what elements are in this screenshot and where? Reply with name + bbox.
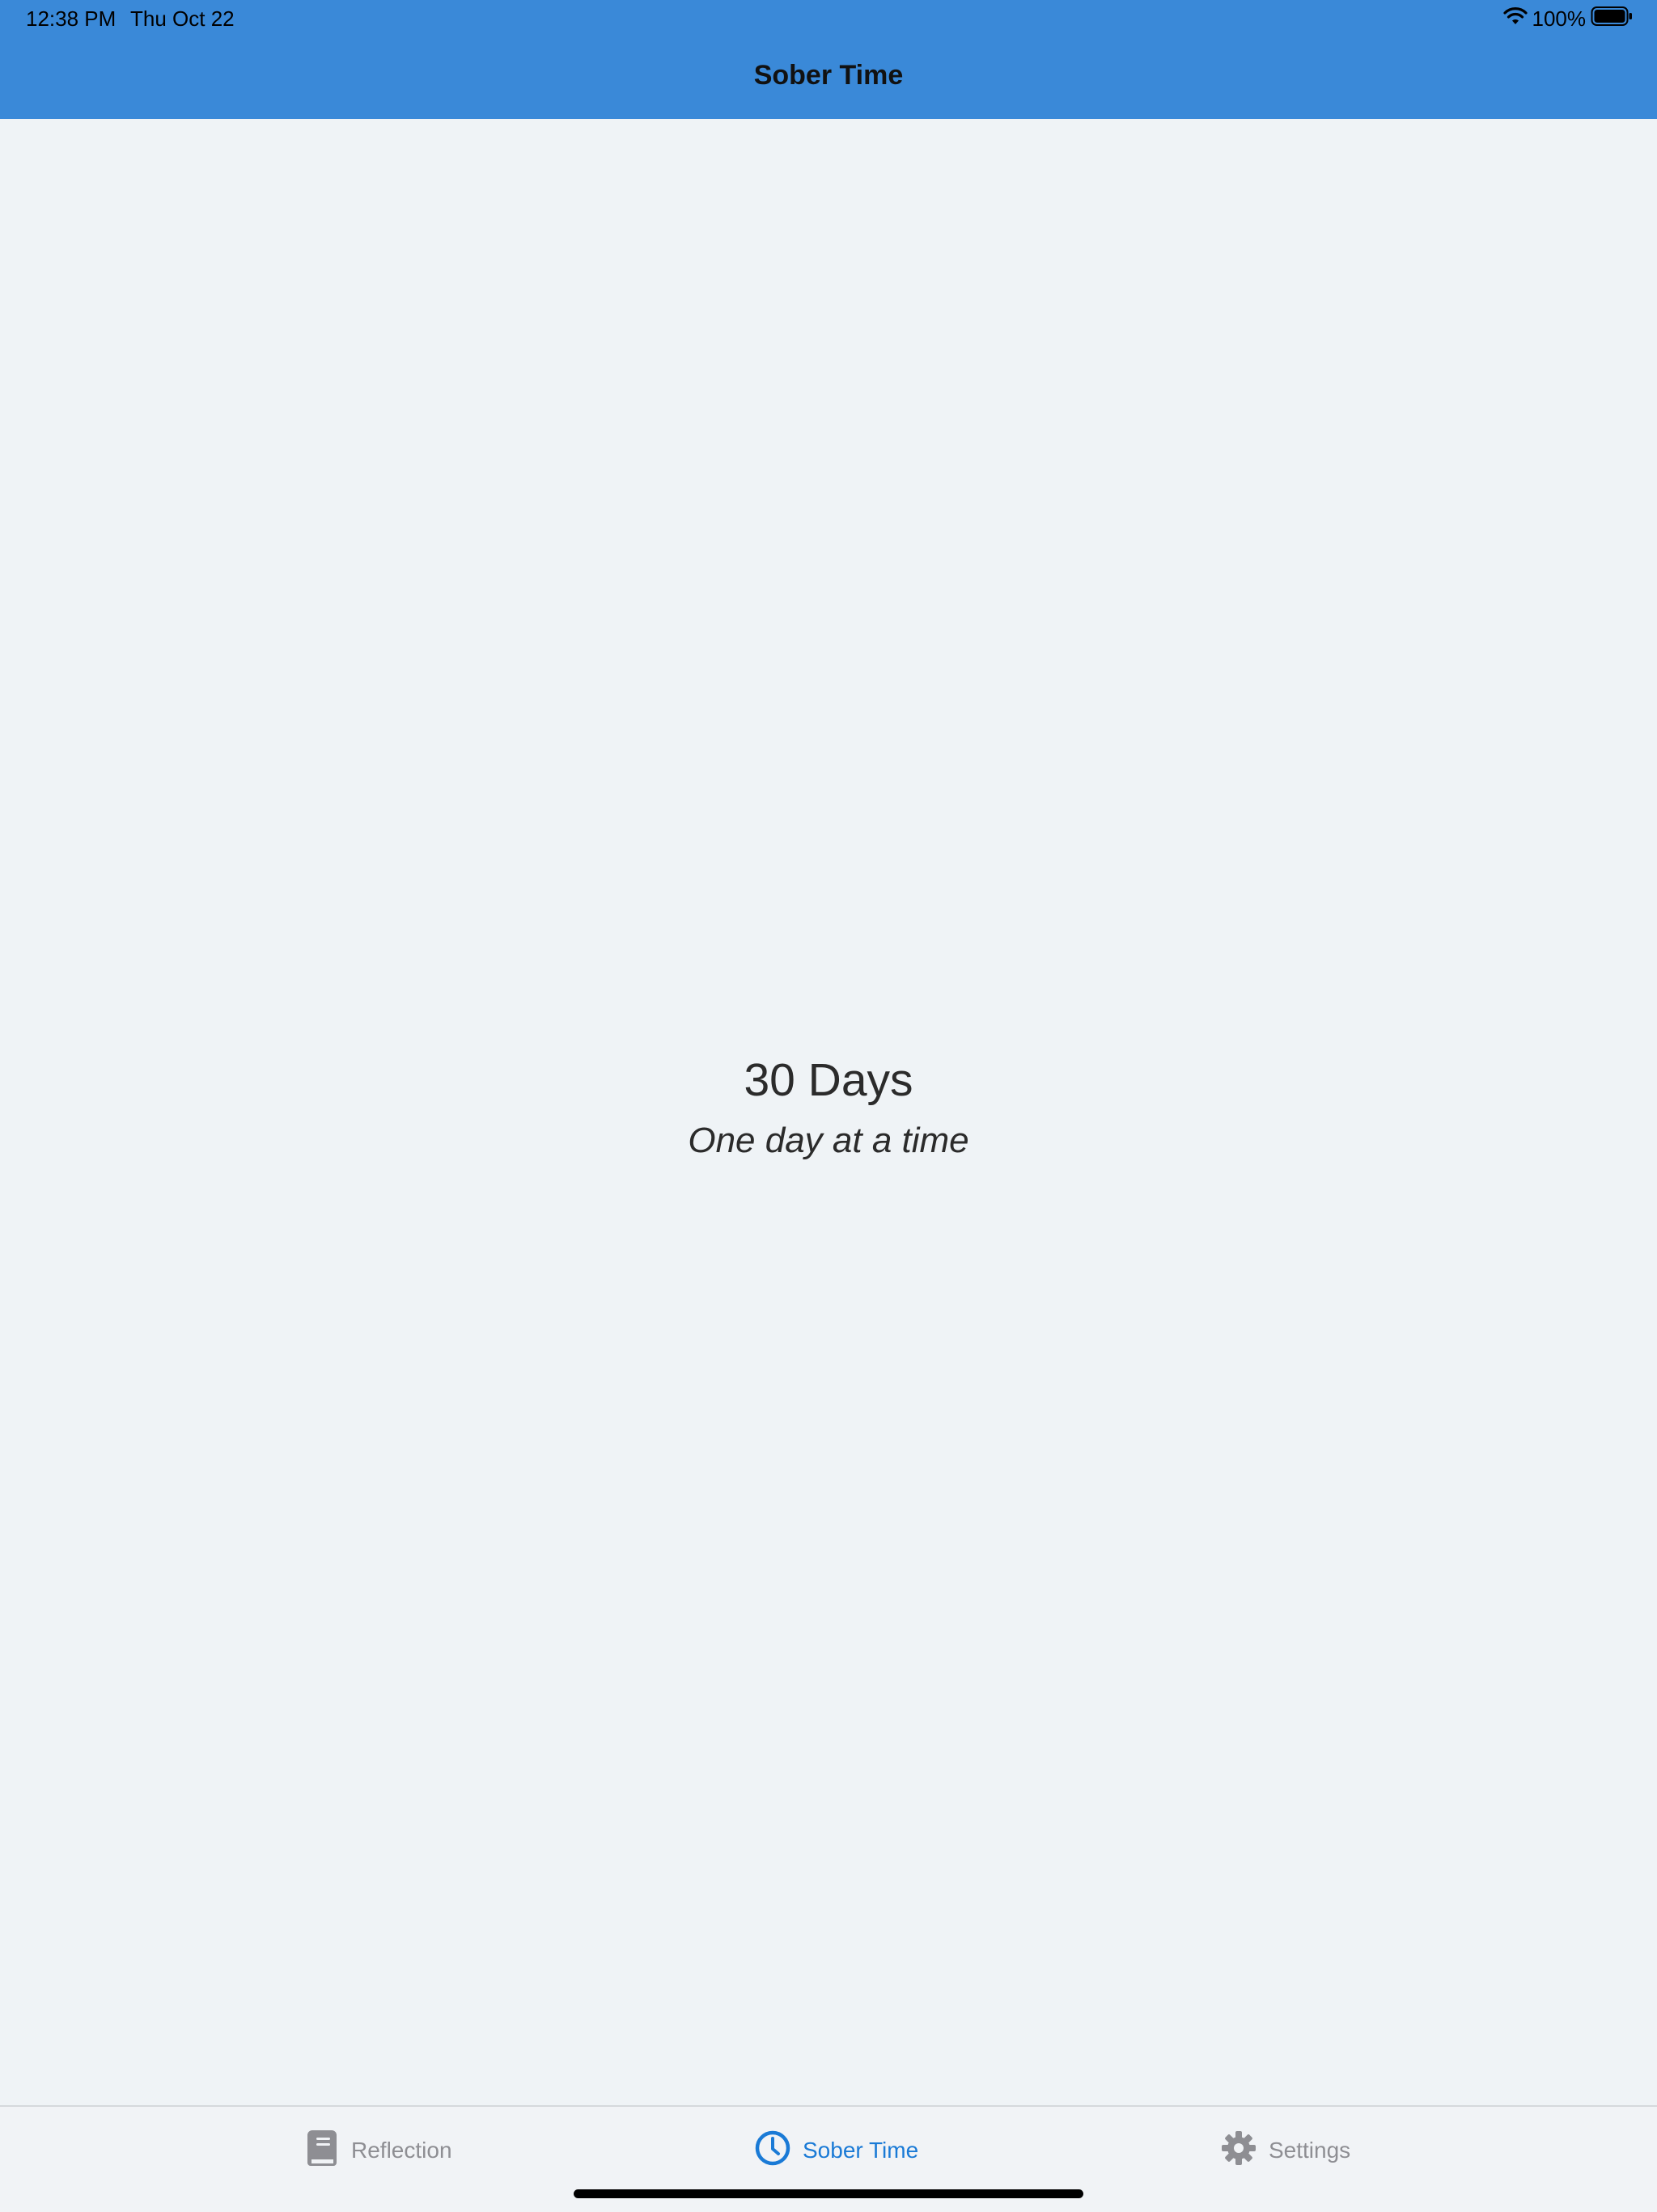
wifi-icon xyxy=(1502,6,1528,32)
sober-days-counter: 30 Days xyxy=(744,1054,913,1106)
tab-sober-time-label: Sober Time xyxy=(803,2138,919,2163)
page-title: Sober Time xyxy=(753,60,904,91)
tab-settings[interactable]: Settings xyxy=(1220,2126,1350,2175)
home-indicator[interactable] xyxy=(574,2189,1083,2198)
book-icon xyxy=(304,2129,340,2173)
main-content xyxy=(0,119,1657,2105)
battery-percent: 100% xyxy=(1532,6,1587,31)
status-date: Thu Oct 22 xyxy=(130,6,235,31)
header: 12:38 PM Thu Oct 22 100% Sober Time xyxy=(0,0,1657,119)
clock-icon xyxy=(754,2129,791,2172)
tab-sober-time[interactable]: Sober Time xyxy=(754,2126,918,2175)
tagline: One day at a time xyxy=(688,1121,969,1160)
status-indicators: 100% xyxy=(1502,5,1634,32)
status-time: 12:38 PM xyxy=(26,6,117,31)
tab-reflection-label: Reflection xyxy=(351,2138,452,2163)
gear-icon xyxy=(1220,2129,1257,2172)
battery-icon xyxy=(1591,6,1633,32)
tab-settings-label: Settings xyxy=(1269,2138,1351,2163)
tab-reflection[interactable]: Reflection xyxy=(304,2126,452,2175)
